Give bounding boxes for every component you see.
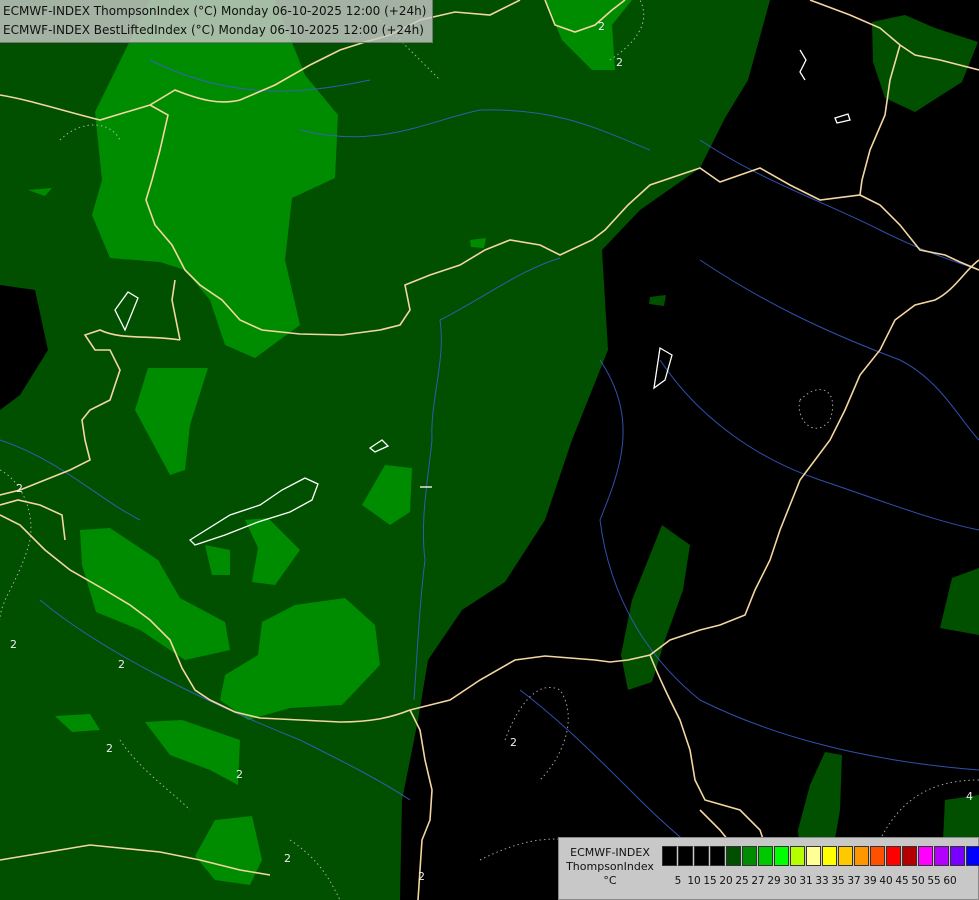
isoline-label: 2 [418, 870, 425, 883]
legend-tick-label: 5 [674, 875, 682, 887]
isoline-label: 2 [10, 638, 17, 651]
legend-swatch [774, 846, 789, 866]
legend-unit: °C [603, 874, 617, 887]
isoline-label: 4 [966, 790, 973, 803]
isoline-label: 2 [118, 658, 125, 671]
isoline-label: 2 [616, 56, 623, 69]
isoline-label: 2 [284, 852, 291, 865]
legend-swatch [726, 846, 741, 866]
isoline-label: 2 [106, 742, 113, 755]
isoline-label: 2 [236, 768, 243, 781]
legend-swatch [806, 846, 821, 866]
legend-tick-label: 29 [767, 875, 781, 887]
legend-swatch [838, 846, 853, 866]
legend-swatch [758, 846, 773, 866]
legend-tick-label: 55 [927, 875, 941, 887]
legend-tick-label: 27 [751, 875, 765, 887]
legend-parameter: ThompsonIndex [566, 860, 654, 873]
legend-tick-label: 31 [799, 875, 813, 887]
legend-swatch [966, 846, 979, 866]
legend-swatch [886, 846, 901, 866]
legend-swatch [694, 846, 709, 866]
legend-swatches [662, 846, 979, 866]
legend-swatch [710, 846, 725, 866]
legend-tick-label: 35 [831, 875, 845, 887]
legend-swatch [742, 846, 757, 866]
legend-swatch [662, 846, 677, 866]
legend-tick-label: 60 [943, 875, 957, 887]
isoline-label: 2 [598, 20, 605, 33]
isoline-label: 2 [16, 482, 23, 495]
legend-label: ECMWF-INDEX ThompsonIndex °C [561, 846, 659, 888]
title-best-lifted-index: ECMWF-INDEX BestLiftedIndex (°C) Monday … [3, 23, 424, 37]
legend-swatch [918, 846, 933, 866]
map-title: ECMWF-INDEX ThompsonIndex (°C) Monday 06… [0, 0, 434, 43]
legend-tick-label: 37 [847, 875, 861, 887]
legend-tick-label: 15 [703, 875, 717, 887]
legend-ticks: 5 10 15 20 25 27 29 30 31 33 35 37 39 40 45 50 55 60 [662, 875, 958, 887]
legend-swatch [678, 846, 693, 866]
legend-model: ECMWF-INDEX [570, 846, 650, 859]
color-legend: ECMWF-INDEX ThompsonIndex °C 5 10 15 20 25 27… [558, 837, 979, 900]
isoline-label: 2 [510, 736, 517, 749]
legend-swatch [950, 846, 965, 866]
legend-tick-label: 20 [719, 875, 733, 887]
legend-tick-label: 39 [863, 875, 877, 887]
legend-tick-label: 33 [815, 875, 829, 887]
legend-swatch [902, 846, 917, 866]
legend-swatch [790, 846, 805, 866]
legend-tick-label: 50 [911, 875, 925, 887]
legend-tick-label: 45 [895, 875, 909, 887]
weather-map: 2 2 2 2 2 2 2 2 2 2 4 [0, 0, 979, 900]
legend-swatch [822, 846, 837, 866]
legend-tick-label: 30 [783, 875, 797, 887]
legend-tick-label: 25 [735, 875, 749, 887]
legend-tick-label: 10 [687, 875, 701, 887]
legend-swatch [934, 846, 949, 866]
legend-swatch [870, 846, 885, 866]
legend-tick-label: 40 [879, 875, 893, 887]
title-thompson-index: ECMWF-INDEX ThompsonIndex (°C) Monday 06… [3, 4, 427, 18]
legend-swatch [854, 846, 869, 866]
